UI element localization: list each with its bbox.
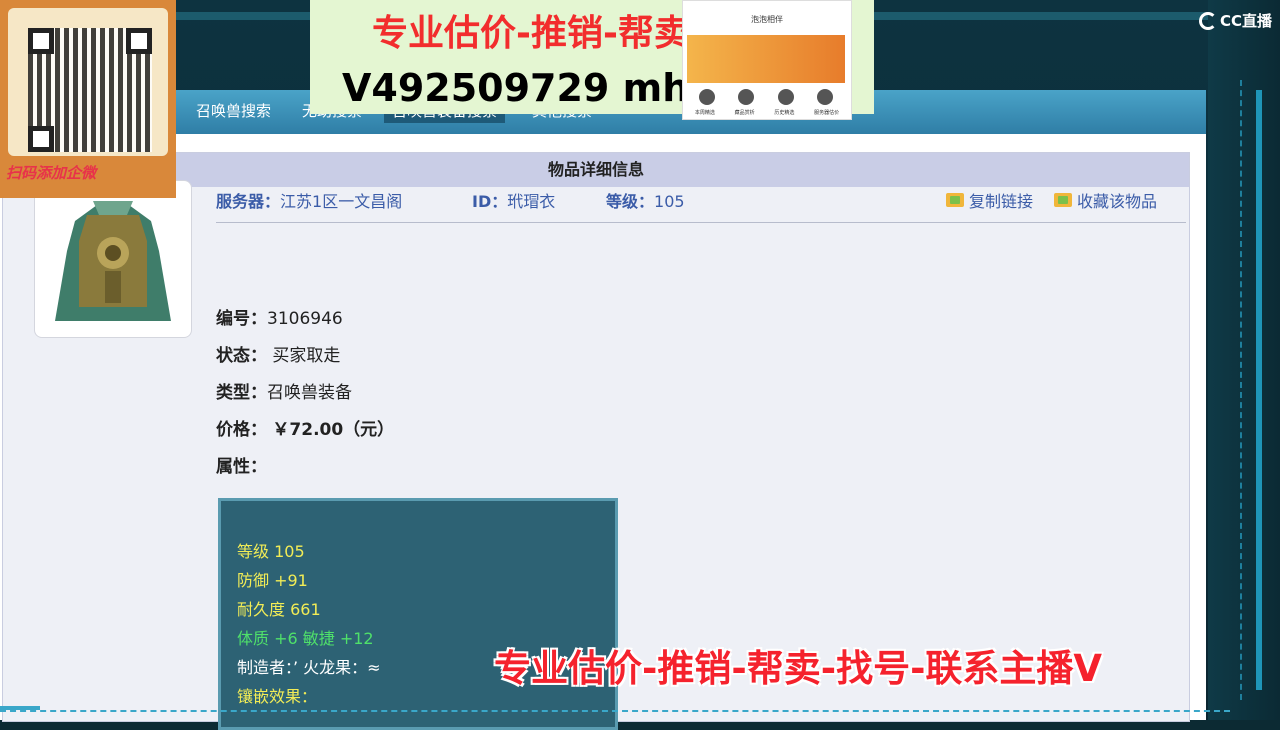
price-field: 价格： ￥72.00（元）	[216, 415, 394, 440]
phone-label: 历史精选	[774, 110, 795, 116]
type-value: 召唤兽装备	[267, 383, 352, 403]
phone-banner-image	[687, 35, 845, 83]
server-label: 服务器：	[216, 192, 281, 211]
frame-right-dash	[1240, 80, 1244, 700]
server-value: 江苏1区一文昌阁	[280, 192, 403, 211]
phone-mockup: 泡泡相伴 本周精选 藏品赏析 历史精选 服务器估价	[682, 0, 852, 120]
promo-overlay: 专业估价-推销-帮卖 V492509729 mhx 泡泡相伴 本周精选 藏品赏析…	[310, 0, 874, 120]
copy-link-label: 复制链接	[969, 192, 1034, 211]
phone-icon-row	[687, 89, 845, 105]
attr-defense: 防御 +91	[237, 571, 308, 590]
frame-right-bar	[1256, 90, 1262, 690]
item-image	[34, 180, 192, 338]
id-value: 玳瑁衣	[507, 192, 556, 211]
price-value: ￥72.00（元）	[272, 420, 395, 440]
frame-right-panel	[1208, 0, 1280, 720]
copy-link-button[interactable]: 复制链接	[946, 188, 1033, 212]
attributes-box: 等级 105 防御 +91 耐久度 661 体质 +6 敏捷 +12 制造者：’…	[218, 498, 618, 730]
qr-card	[8, 8, 168, 156]
favorite-icon	[1054, 193, 1072, 207]
cc-logo-text: CC直播	[1219, 12, 1272, 30]
copy-link-icon	[946, 193, 964, 207]
frame-bottom-dash	[0, 710, 1230, 712]
history-icon	[777, 89, 794, 105]
price-label: 价格：	[216, 420, 267, 440]
cc-logo-icon	[1198, 11, 1217, 30]
qr-corner-bl	[28, 126, 54, 152]
status-label: 状态：	[216, 346, 267, 366]
phone-label: 本周精选	[694, 110, 715, 116]
status-field: 状态： 买家取走	[216, 341, 340, 366]
level-value: 105	[654, 192, 685, 211]
featured-icon	[698, 89, 715, 105]
id-label: ID：	[472, 192, 508, 211]
serial-value: 3106946	[267, 309, 343, 329]
favorite-item-button[interactable]: 收藏该物品	[1054, 188, 1157, 212]
nav-tab-pet-search[interactable]: 召唤兽搜索	[196, 100, 271, 121]
qr-overlay: 扫码添加企微	[0, 0, 176, 198]
frame-bottom-solid	[0, 706, 40, 710]
armor-icon	[55, 201, 171, 321]
status-value: 买家取走	[272, 346, 341, 366]
attr-durability: 耐久度 661	[237, 600, 321, 619]
item-summary-row: 服务器：江苏1区一文昌阁 ID：玳瑁衣 等级：105 复制链接 收藏该物品	[216, 186, 1186, 223]
phone-label-row: 本周精选 藏品赏析 历史精选 服务器估价	[685, 109, 849, 116]
phone-label: 服务器估价	[814, 110, 840, 116]
favorite-label: 收藏该物品	[1077, 192, 1158, 211]
appreciation-icon	[738, 89, 755, 105]
phone-title: 泡泡相伴	[751, 15, 783, 24]
bottom-promo-banner: 专业估价-推销-帮卖-找号-联系主播V	[494, 647, 1103, 690]
level-label: 等级：	[606, 192, 655, 211]
attributes-label: 属性：	[216, 457, 267, 477]
qr-caption: 扫码添加企微	[6, 164, 97, 182]
qr-corner-tr	[126, 28, 152, 54]
cc-live-logo: CC直播	[1198, 10, 1272, 31]
promo-contact: V492509729 mhx	[342, 66, 714, 110]
phone-label: 藏品赏析	[734, 110, 755, 116]
attr-level: 等级 105	[237, 542, 305, 561]
type-field: 类型：召唤兽装备	[216, 378, 352, 403]
qr-corner-tl	[28, 28, 54, 54]
serial-label: 编号：	[216, 309, 267, 329]
attributes-field: 属性：	[216, 452, 267, 477]
type-label: 类型：	[216, 383, 267, 403]
browser-page: 召唤兽搜索 无助搜索 召唤兽装备搜索 其他搜索 物品详细信息 服务器：江苏1区一…	[0, 90, 1206, 730]
serial-field: 编号：3106946	[216, 304, 343, 329]
promo-headline: 专业估价-推销-帮卖	[372, 13, 690, 54]
valuation-icon	[817, 89, 834, 105]
